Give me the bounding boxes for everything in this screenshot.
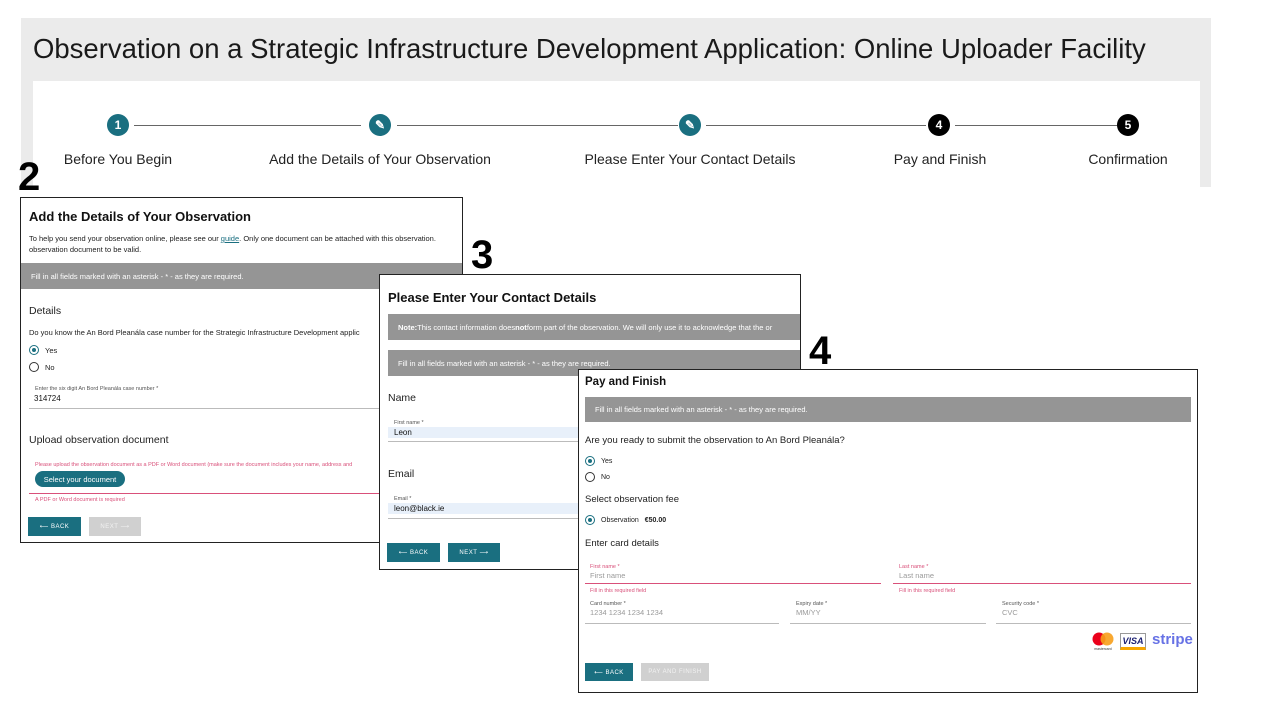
step-connector: [955, 125, 1117, 126]
first-name-error: Fill in this required field: [590, 588, 647, 594]
ready-yes-radio[interactable]: [585, 456, 595, 466]
intro-text-start: To help you send your observation online…: [29, 234, 221, 243]
step-1-label: Before You Begin: [63, 151, 173, 167]
required-notice-bar: Fill in all fields marked with an asteri…: [585, 397, 1191, 422]
first-name-input[interactable]: [388, 427, 588, 438]
card-first-name-underline: [585, 583, 881, 584]
no-label: No: [45, 362, 55, 372]
note-not: not: [515, 322, 527, 332]
expiry-underline: [790, 623, 986, 624]
progress-stepper: 1 ✎ ✎ 4 5 Before You Begin Add the Detai…: [33, 81, 1200, 187]
header-banner: Observation on a Strategic Infrastructur…: [21, 18, 1211, 187]
pay-and-finish-button[interactable]: PAY AND FINISH: [641, 663, 709, 681]
upload-instructions: Please upload the observation document a…: [35, 462, 353, 468]
note-text: This contact information does: [417, 322, 516, 332]
panel-title: Pay and Finish: [585, 376, 667, 388]
fee-heading: Select observation fee: [585, 494, 680, 505]
step-connector: [706, 125, 926, 126]
cvc-input[interactable]: CVC: [1002, 608, 1018, 617]
pay-and-finish-panel: Pay and Finish Fill in all fields marked…: [578, 369, 1198, 693]
step-connector: [134, 125, 361, 126]
ready-yes-option[interactable]: Yes: [585, 456, 612, 466]
first-name-label: First name *: [394, 420, 424, 426]
yes-label: Yes: [45, 345, 58, 355]
details-heading: Details: [29, 305, 62, 317]
step-5-label: Confirmation: [1088, 151, 1168, 167]
ready-no-label: No: [601, 473, 610, 481]
stripe-logo: stripe: [1152, 631, 1193, 648]
note-rest: form part of the observation. We will on…: [526, 322, 773, 332]
cvc-underline: [996, 623, 1191, 624]
note-bold: Note:: [398, 322, 418, 332]
back-button[interactable]: ⟵ BACK: [28, 517, 81, 536]
step-2-label: Add the Details of Your Observation: [269, 151, 491, 167]
intro-text-end: . Only one document can be attached with…: [239, 234, 436, 243]
fee-option[interactable]: Observation €50.00: [585, 515, 666, 525]
mastercard-icon: mastercard: [1091, 632, 1115, 652]
yes-option[interactable]: Yes: [29, 345, 57, 355]
ready-yes-label: Yes: [601, 457, 613, 465]
screen-number-2: 2: [18, 155, 41, 199]
no-radio[interactable]: [29, 362, 39, 372]
card-number-input[interactable]: 1234 1234 1234 1234: [590, 608, 663, 617]
step-5-circle: 5: [1117, 114, 1139, 136]
guide-link[interactable]: guide: [221, 234, 239, 243]
card-last-name-label: Last name *: [899, 564, 929, 570]
next-button[interactable]: NEXT ⟶: [89, 517, 141, 536]
intro-text-line2: observation document to be valid.: [29, 245, 142, 254]
ready-no-option[interactable]: No: [585, 472, 610, 482]
expiry-input[interactable]: MM/YY: [796, 608, 821, 617]
card-last-name-input[interactable]: Last name: [899, 571, 934, 580]
case-number-question: Do you know the An Bord Pleanála case nu…: [29, 328, 360, 337]
panel-title: Add the Details of Your Observation: [29, 209, 251, 224]
yes-radio[interactable]: [29, 345, 39, 355]
contact-note-bar: Note: This contact information does not …: [388, 314, 800, 340]
cvc-label: Security code *: [1002, 601, 1039, 607]
back-button[interactable]: ⟵ BACK: [585, 663, 633, 681]
card-last-name-underline: [893, 583, 1191, 584]
upload-error-text: A PDF or Word document is required: [35, 497, 125, 503]
next-button[interactable]: NEXT ⟶: [448, 543, 500, 562]
email-label: Email *: [394, 496, 412, 502]
page-title: Observation on a Strategic Infrastructur…: [33, 33, 1146, 64]
mastercard-text: mastercard: [1094, 647, 1112, 651]
upload-heading: Upload observation document: [29, 434, 169, 446]
select-document-button[interactable]: Select your document: [35, 471, 125, 487]
expiry-label: Expiry date *: [796, 601, 828, 607]
step-1-circle: 1: [107, 114, 129, 136]
card-heading: Enter card details: [585, 538, 659, 549]
ready-no-radio[interactable]: [585, 472, 595, 482]
email-underline: [388, 518, 588, 519]
screen-number-4: 4: [809, 329, 832, 373]
step-connector: [397, 125, 678, 126]
fee-radio[interactable]: [585, 515, 595, 525]
visa-icon: VISA: [1120, 633, 1146, 650]
panel-title: Please Enter Your Contact Details: [388, 290, 597, 305]
card-first-name-input[interactable]: First name: [590, 571, 625, 580]
email-value: leon@black.ie: [394, 504, 445, 513]
step-3-label: Please Enter Your Contact Details: [584, 151, 796, 167]
case-number-input[interactable]: 314724: [34, 394, 61, 403]
card-number-underline: [585, 623, 779, 624]
name-heading: Name: [388, 392, 417, 404]
intro-text: To help you send your observation online…: [29, 234, 436, 243]
fee-amount: €50.00: [644, 516, 667, 524]
fee-option-label: Observation: [601, 516, 639, 524]
step-4-circle: 4: [928, 114, 950, 136]
card-first-name-label: First name *: [590, 564, 620, 570]
email-heading: Email: [388, 468, 415, 480]
ready-question: Are you ready to submit the observation …: [585, 435, 845, 446]
card-number-label: Card number *: [590, 601, 626, 607]
first-name-value: Leon: [394, 428, 412, 437]
screen-number-3: 3: [471, 233, 494, 277]
first-name-underline: [388, 441, 588, 442]
no-option[interactable]: No: [29, 362, 55, 372]
back-button[interactable]: ⟵ BACK: [387, 543, 440, 562]
step-2-edit-icon[interactable]: ✎: [369, 114, 391, 136]
case-number-label: Enter the six digit An Bord Pleanála cas…: [35, 386, 159, 392]
step-4-label: Pay and Finish: [893, 151, 987, 167]
last-name-error: Fill in this required field: [899, 588, 956, 594]
step-3-edit-icon[interactable]: ✎: [679, 114, 701, 136]
